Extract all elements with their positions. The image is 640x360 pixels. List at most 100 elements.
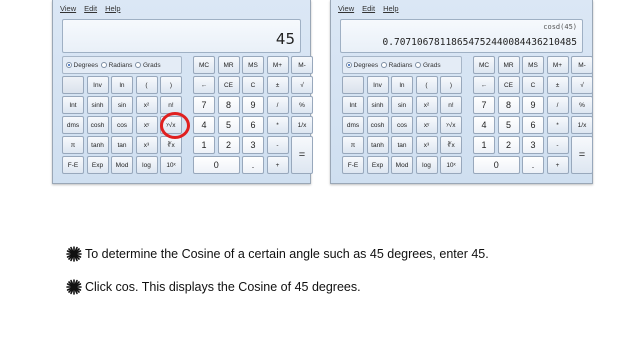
key-9[interactable]: 9 [522,96,544,114]
key-power[interactable]: xʸ [415,116,438,134]
key-pi[interactable]: π [62,136,84,154]
key-f-e[interactable]: F-E [62,156,84,174]
key-ln[interactable]: ln [391,76,413,94]
key-4[interactable]: 4 [473,116,495,134]
key-factorial[interactable]: n! [160,96,182,114]
key-1[interactable]: 1 [193,136,215,154]
key-root[interactable]: ʸ√x [440,116,462,134]
key-1[interactable]: 1 [473,136,495,154]
key-cube[interactable]: x³ [135,136,158,154]
radio-grads[interactable]: Grads [135,62,161,69]
key-sinh[interactable]: sinh [86,96,109,114]
key-blank[interactable] [342,76,364,94]
key-sqrt[interactable]: √ [571,76,593,94]
key-mod[interactable]: Mod [111,156,133,174]
key-8[interactable]: 8 [497,96,520,114]
key-c[interactable]: C [242,76,264,94]
key-exp[interactable]: Exp [86,156,109,174]
menu-help[interactable]: Help [383,4,398,13]
key-decimal[interactable]: . [522,156,544,174]
key-sinh[interactable]: sinh [366,96,389,114]
key-6[interactable]: 6 [522,116,544,134]
key-percent[interactable]: % [571,96,593,114]
key-percent[interactable]: % [291,96,313,114]
key-sqrt[interactable]: √ [291,76,313,94]
key-divide[interactable]: / [266,96,289,114]
radio-degrees[interactable]: Degrees [346,62,378,69]
key-cos[interactable]: cos [391,116,413,134]
key-tanh[interactable]: tanh [86,136,109,154]
key-cosh[interactable]: cosh [366,116,389,134]
key-7[interactable]: 7 [473,96,495,114]
menu-edit[interactable]: Edit [84,4,97,13]
key-2[interactable]: 2 [497,136,520,154]
key-3[interactable]: 3 [242,136,264,154]
key-close-paren[interactable]: ) [440,76,462,94]
key-multiply[interactable]: * [266,116,289,134]
key-6[interactable]: 6 [242,116,264,134]
key-log[interactable]: log [135,156,158,174]
key-reciprocal[interactable]: 1/x [571,116,593,134]
key-5[interactable]: 5 [217,116,240,134]
key-4[interactable]: 4 [193,116,215,134]
key-open-paren[interactable]: ( [415,76,438,94]
key-subtract[interactable]: - [546,136,569,154]
key-5[interactable]: 5 [497,116,520,134]
key-exp[interactable]: Exp [366,156,389,174]
radio-degrees[interactable]: Degrees [66,62,98,69]
radio-grads[interactable]: Grads [415,62,441,69]
key-tanh[interactable]: tanh [366,136,389,154]
key-tan[interactable]: tan [111,136,133,154]
key-factorial[interactable]: n! [440,96,462,114]
menu-view[interactable]: View [60,4,76,13]
key-ln[interactable]: ln [111,76,133,94]
key-mc[interactable]: MC [193,56,215,74]
key-negate[interactable]: ± [546,76,569,94]
key-dms[interactable]: dms [62,116,84,134]
menu-help[interactable]: Help [105,4,120,13]
key-ten-power[interactable]: 10ˣ [440,156,462,174]
key-sin[interactable]: sin [111,96,133,114]
key-mc[interactable]: MC [473,56,495,74]
key-ce[interactable]: CE [217,76,240,94]
key-mr[interactable]: MR [217,56,240,74]
key-open-paren[interactable]: ( [135,76,158,94]
key-m-plus[interactable]: M+ [546,56,569,74]
key-subtract[interactable]: - [266,136,289,154]
menu-edit[interactable]: Edit [362,4,375,13]
key-equals[interactable]: = [571,136,593,174]
key-decimal[interactable]: . [242,156,264,174]
key-2[interactable]: 2 [217,136,240,154]
key-inv[interactable]: Inv [366,76,389,94]
key-pi[interactable]: π [342,136,364,154]
key-ten-power[interactable]: 10ˣ [160,156,182,174]
key-backspace[interactable]: ← [473,76,495,94]
key-m-minus[interactable]: M- [291,56,313,74]
key-cube-root[interactable]: ∛x [160,136,182,154]
key-equals[interactable]: = [291,136,313,174]
key-multiply[interactable]: * [546,116,569,134]
key-cosh[interactable]: cosh [86,116,109,134]
key-add[interactable]: + [266,156,289,174]
key-divide[interactable]: / [546,96,569,114]
key-ms[interactable]: MS [242,56,264,74]
key-m-plus[interactable]: M+ [266,56,289,74]
key-inv[interactable]: Inv [86,76,109,94]
key-0[interactable]: 0 [193,156,240,174]
key-root[interactable]: ʸ√x [160,116,182,134]
key-close-paren[interactable]: ) [160,76,182,94]
key-9[interactable]: 9 [242,96,264,114]
key-log[interactable]: log [415,156,438,174]
key-power[interactable]: xʸ [135,116,158,134]
key-3[interactable]: 3 [522,136,544,154]
key-backspace[interactable]: ← [193,76,215,94]
key-add[interactable]: + [546,156,569,174]
key-ms[interactable]: MS [522,56,544,74]
key-int[interactable]: Int [342,96,364,114]
key-reciprocal[interactable]: 1/x [291,116,313,134]
key-negate[interactable]: ± [266,76,289,94]
radio-radians[interactable]: Radians [101,62,132,69]
key-ce[interactable]: CE [497,76,520,94]
key-8[interactable]: 8 [217,96,240,114]
key-tan[interactable]: tan [391,136,413,154]
